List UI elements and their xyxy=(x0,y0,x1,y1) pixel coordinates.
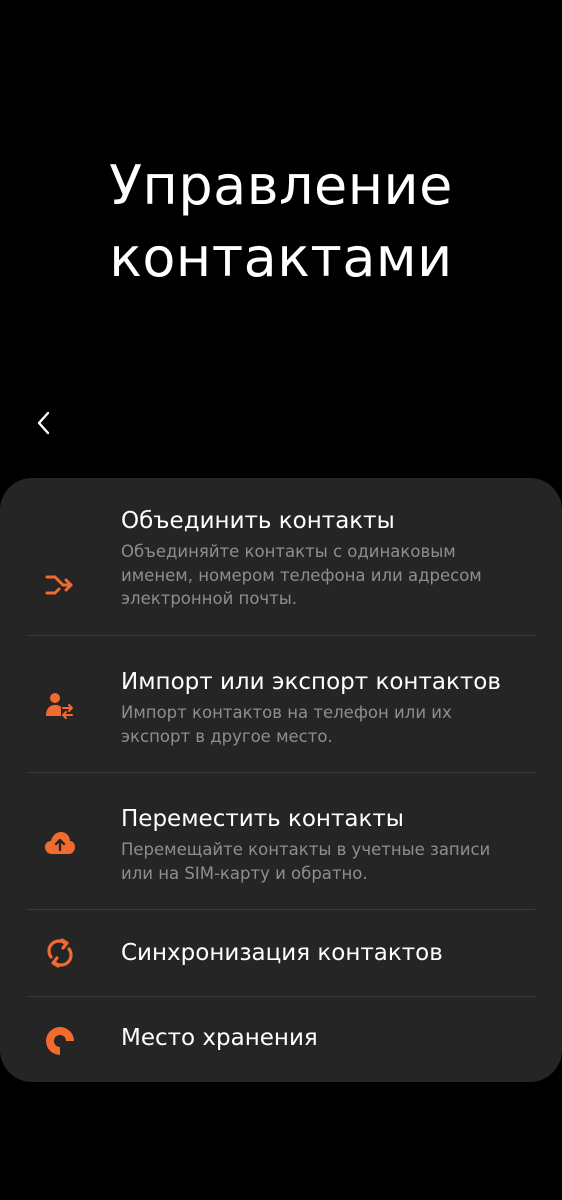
list-item-storage[interactable]: Место хранения xyxy=(0,997,562,1082)
item-description-line: Перемещайте контакты в учетные записи xyxy=(121,840,491,859)
list-item-import-export[interactable]: Импорт или экспорт контактов Импорт конт… xyxy=(0,667,562,767)
list-item-sync-contacts[interactable]: Синхронизация контактов xyxy=(0,910,562,996)
cloud-upload-icon xyxy=(43,826,77,860)
item-description-line: Объединяйте контакты с одинаковым xyxy=(121,542,456,561)
sync-icon xyxy=(43,936,77,970)
options-card: Объединить контакты Объединяйте контакты… xyxy=(0,478,562,1082)
page-title-line-2: контактами xyxy=(109,226,453,289)
item-description: Объединяйте контакты с одинаковым именем… xyxy=(121,540,542,611)
import-export-icon xyxy=(43,689,77,723)
item-label: Объединить контакты xyxy=(121,508,395,534)
storage-icon xyxy=(43,1024,77,1058)
item-description-line: электронной почты. xyxy=(121,589,298,608)
page-title-line-1: Управление xyxy=(109,154,453,217)
item-label: Место хранения xyxy=(121,1025,318,1051)
item-description-line: именем, номером телефона или адресом xyxy=(121,565,482,585)
back-button[interactable] xyxy=(22,401,66,445)
merge-icon xyxy=(43,568,77,602)
divider xyxy=(27,772,535,773)
page-title: Управление контактами xyxy=(0,150,562,294)
item-description: Перемещайте контакты в учетные записи ил… xyxy=(121,838,542,885)
item-label: Синхронизация контактов xyxy=(121,940,443,966)
item-description-line: Импорт контактов на телефон или их xyxy=(121,703,452,722)
item-description: Импорт контактов на телефон или их экспо… xyxy=(121,701,542,748)
item-description-line: или на SIM-карту и обратно. xyxy=(121,863,368,883)
item-description-line: экспорт в другое место. xyxy=(121,726,333,746)
list-item-move-contacts[interactable]: Переместить контакты Перемещайте контакт… xyxy=(0,804,562,904)
item-label: Импорт или экспорт контактов xyxy=(121,669,501,695)
list-item-merge-contacts[interactable]: Объединить контакты Объединяйте контакты… xyxy=(0,506,562,636)
item-label: Переместить контакты xyxy=(121,806,404,832)
divider xyxy=(27,635,535,636)
chevron-left-icon xyxy=(37,411,50,435)
